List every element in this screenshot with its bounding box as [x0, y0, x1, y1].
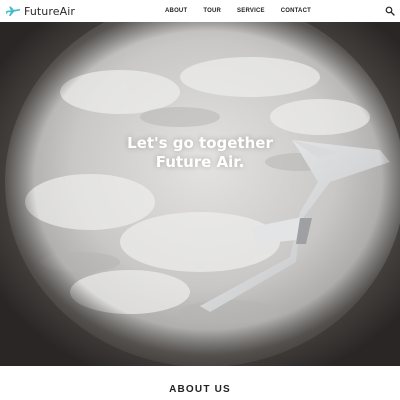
- site-header: FutureAir ABOUT TOUR SERVICE CONTACT: [0, 0, 400, 22]
- nav-tour[interactable]: TOUR: [203, 8, 221, 14]
- about-section-title: ABOUT US: [169, 384, 231, 395]
- hero-subheadline: Future Air.: [155, 153, 245, 171]
- nav-about[interactable]: ABOUT: [165, 8, 187, 14]
- brand-name: FutureAir: [24, 4, 76, 18]
- main-nav: ABOUT TOUR SERVICE CONTACT: [165, 0, 311, 22]
- nav-contact[interactable]: CONTACT: [281, 8, 311, 14]
- hero-banner: Let's go together Future Air.: [0, 22, 400, 366]
- airplane-logo-icon: [5, 6, 20, 16]
- hero-headline: Let's go together: [127, 134, 273, 152]
- brand-logo[interactable]: FutureAir: [5, 3, 75, 19]
- airplane-window-image: [0, 22, 400, 366]
- nav-service[interactable]: SERVICE: [237, 8, 265, 14]
- search-icon[interactable]: [385, 6, 395, 16]
